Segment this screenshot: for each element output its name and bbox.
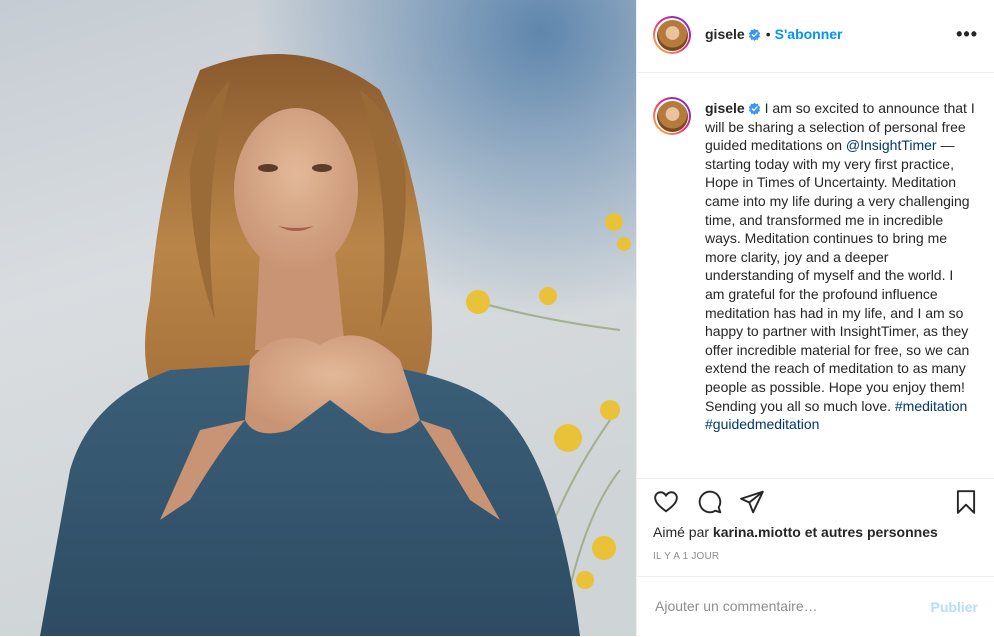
- post-header: gisele • S'abonner •••: [637, 0, 994, 73]
- separator-dot: •: [765, 26, 771, 42]
- bookmark-icon[interactable]: [953, 489, 979, 515]
- caption-area: gisele I am so excited to announce that …: [637, 73, 994, 477]
- hashtag-guidedmeditation[interactable]: #guidedmeditation: [705, 416, 819, 432]
- likes-others-link[interactable]: et autres personnes: [805, 524, 938, 540]
- post-photo[interactable]: [0, 0, 636, 636]
- post-timestamp[interactable]: IL Y A 1 JOUR: [653, 551, 719, 562]
- likes-prefix: Aimé par: [653, 524, 710, 540]
- author-username[interactable]: gisele: [705, 26, 745, 42]
- caption-username[interactable]: gisele: [705, 100, 745, 116]
- mention-link[interactable]: @InsightTimer: [846, 137, 937, 153]
- comment-input[interactable]: [653, 597, 907, 615]
- comment-bar: Publier: [637, 576, 994, 637]
- likes-summary: Aimé par karina.miotto et autres personn…: [653, 524, 938, 540]
- post-sidebar: gisele • S'abonner ••• gisele I am so exci…: [636, 0, 994, 636]
- likes-user-link[interactable]: karina.miotto: [713, 524, 801, 540]
- verified-badge-icon: [748, 102, 760, 115]
- caption-text: gisele I am so excited to announce that …: [705, 99, 975, 434]
- verified-badge-icon: [748, 28, 760, 41]
- comment-icon[interactable]: [697, 489, 723, 515]
- publish-button[interactable]: Publier: [931, 599, 978, 615]
- share-icon[interactable]: [739, 489, 765, 515]
- hashtag-meditation[interactable]: #meditation: [895, 398, 967, 414]
- author-avatar[interactable]: [653, 16, 691, 54]
- more-options-icon[interactable]: •••: [956, 24, 978, 45]
- action-bar: [637, 478, 994, 519]
- follow-button[interactable]: S'abonner: [775, 26, 843, 42]
- caption-avatar[interactable]: [653, 97, 691, 135]
- caption-body-2: —starting today with my very first pract…: [705, 137, 970, 414]
- heart-icon[interactable]: [653, 489, 679, 515]
